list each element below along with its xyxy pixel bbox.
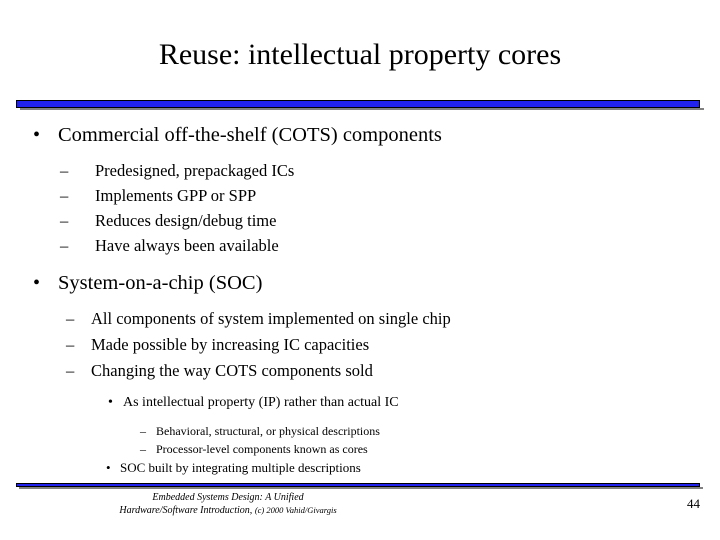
bullet-level2-soc-3: – Changing the way COTS components sold [0, 358, 720, 384]
top-divider [16, 100, 704, 110]
bullet-level4-cores-label: Processor-level components known as core… [156, 442, 368, 456]
footer-copyright: (c) 2000 Vahid/Givargis [254, 505, 337, 515]
disc-bullet-icon: • [33, 272, 41, 294]
bullet-level3-ip-label: As intellectual property (IP) rather tha… [123, 395, 399, 410]
bullet-level1-cots-label: Commercial off-the-shelf (COTS) componen… [58, 124, 442, 146]
footer: Embedded Systems Design: A Unified Hardw… [18, 491, 438, 517]
disc-bullet-icon: • [106, 460, 111, 475]
disc-bullet-icon: • [108, 395, 113, 410]
bullet-level2-soc-3-label: Changing the way COTS components sold [91, 361, 373, 380]
dash-bullet-icon: – [66, 361, 75, 380]
bullet-level2-cots-2-label: Implements GPP or SPP [95, 186, 257, 205]
bullet-level2-cots-2: – Implements GPP or SPP [0, 183, 720, 208]
dash-bullet-icon: – [60, 161, 69, 180]
footer-line-1: Embedded Systems Design: A Unified [152, 492, 304, 503]
footer-line-2-main: Hardware/Software Introduction, [119, 505, 253, 516]
bullet-level2-cots-3-label: Reduces design/debug time [95, 211, 277, 230]
top-divider-shadow [20, 108, 704, 110]
bullet-level2-soc-2: – Made possible by increasing IC capacit… [0, 332, 720, 358]
disc-bullet-icon: • [33, 124, 41, 146]
dash-bullet-icon: – [60, 211, 69, 230]
bullet-level1-soc-label: System-on-a-chip (SOC) [58, 272, 263, 294]
bullet-level4-descriptions: – Behavioral, structural, or physical de… [0, 422, 720, 440]
bullet-level2-soc-1-label: All components of system implemented on … [91, 309, 451, 328]
top-divider-bar [16, 100, 700, 108]
bullet-level3-soc-built: • SOC built by integrating multiple desc… [0, 458, 720, 478]
bullet-level1-soc: • System-on-a-chip (SOC) [0, 270, 720, 296]
bullet-level2-cots-4: – Have always been available [0, 233, 720, 258]
bullet-level3-ip: • As intellectual property (IP) rather t… [0, 392, 720, 414]
slide-body: • Commercial off-the-shelf (COTS) compon… [0, 118, 720, 478]
bullet-level4-descriptions-label: Behavioral, structural, or physical desc… [156, 424, 380, 438]
bullet-level2-cots-4-label: Have always been available [95, 236, 279, 255]
dash-bullet-icon: – [66, 309, 75, 328]
bullet-level2-cots-1-label: Predesigned, prepackaged ICs [95, 161, 295, 180]
bullet-level2-soc-2-label: Made possible by increasing IC capacitie… [91, 335, 370, 354]
footer-line-2: Hardware/Software Introduction, (c) 2000… [18, 504, 438, 517]
dash-bullet-icon: – [140, 442, 146, 456]
dash-bullet-icon: – [60, 236, 69, 255]
dash-bullet-icon: – [66, 335, 75, 354]
slide: Reuse: intellectual property cores • Com… [0, 0, 720, 540]
bullet-level2-cots-3: – Reduces design/debug time [0, 208, 720, 233]
bullet-level3-soc-built-label: SOC built by integrating multiple descri… [120, 460, 361, 475]
bullet-level2-soc-1: – All components of system implemented o… [0, 306, 720, 332]
bottom-divider [16, 483, 704, 489]
dash-bullet-icon: – [60, 186, 69, 205]
bullet-level4-cores: – Processor-level components known as co… [0, 440, 720, 458]
bullet-level2-cots-1: – Predesigned, prepackaged ICs [0, 158, 720, 183]
page-title: Reuse: intellectual property cores [158, 38, 562, 71]
page-number: 44 [687, 496, 700, 511]
bullet-level1-cots: • Commercial off-the-shelf (COTS) compon… [0, 122, 720, 148]
dash-bullet-icon: – [140, 424, 146, 438]
bottom-divider-shadow [19, 487, 703, 489]
